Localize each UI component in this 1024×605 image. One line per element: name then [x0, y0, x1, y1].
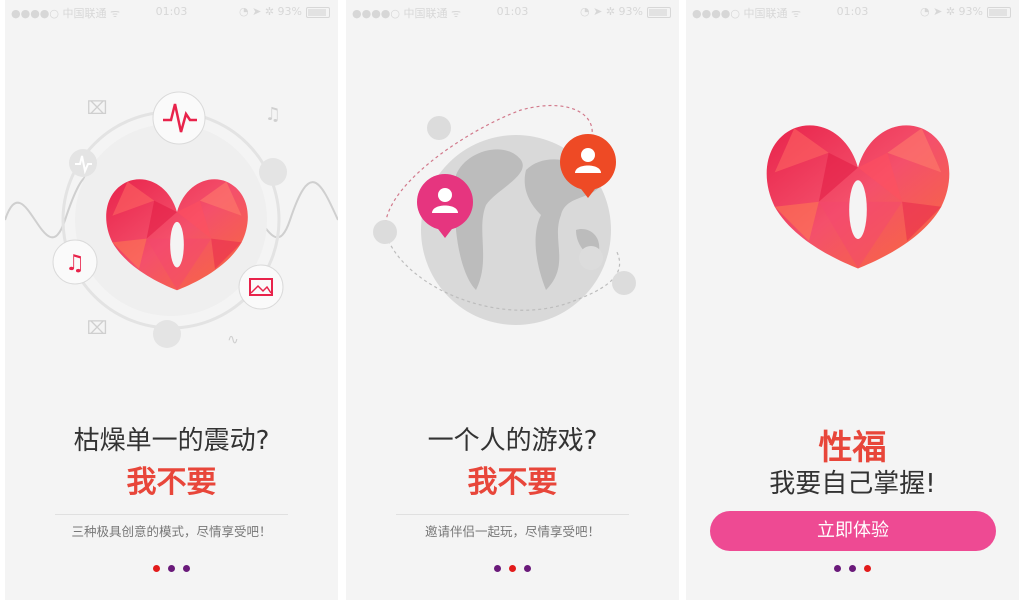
svg-text:⌧: ⌧ — [87, 98, 108, 119]
svg-text:♫: ♫ — [65, 251, 85, 276]
page-dot-1[interactable] — [834, 565, 841, 572]
headline: 枯燥单一的震动? — [73, 426, 270, 456]
music-note-icon: ♫ — [52, 239, 98, 285]
headline: 性福 — [818, 428, 887, 468]
svg-text:♫: ♫ — [265, 104, 281, 125]
page-indicator[interactable] — [346, 557, 679, 576]
subline: 我要自己掌握! — [769, 469, 936, 499]
partner-illustration — [373, 105, 636, 325]
svg-text:⌧: ⌧ — [87, 318, 108, 339]
divider — [396, 514, 629, 515]
headline: 一个人的游戏? — [427, 426, 598, 456]
page-dot-2[interactable] — [509, 565, 516, 572]
heartbeat-icon — [152, 91, 206, 145]
page-dot-3[interactable] — [183, 565, 190, 572]
subline: 我不要 — [467, 465, 558, 500]
modes-illustration: ♫ ⌧ ♫ ⌧ ∿ — [5, 91, 338, 348]
page-dot-2[interactable] — [849, 565, 856, 572]
page-dot-1[interactable] — [494, 565, 501, 572]
heart-logo-icon — [766, 125, 950, 269]
svg-text:∿: ∿ — [227, 332, 239, 348]
page-dot-1[interactable] — [153, 565, 160, 572]
page-indicator[interactable] — [686, 557, 1019, 576]
description: 三种极具创意的模式，尽情享受吧！ — [71, 524, 272, 539]
divider — [55, 514, 288, 515]
description: 邀请伴侣一起玩，尽情享受吧！ — [424, 524, 600, 539]
try-now-button[interactable]: 立即体验 — [710, 511, 996, 551]
onboarding-screen-1: ●●●●○ 中国联通 ᯤ 01:03 ◔ ➤ ✲ 93% ♫ ⌧ ♫ ⌧ ∿ 枯… — [5, 0, 338, 600]
page-indicator[interactable] — [5, 557, 338, 576]
heart-illustration — [766, 125, 950, 269]
onboarding-screen-3: ●●●●○ 中国联通 ᯤ 01:03 ◔ ➤ ✲ 93% 性福 我要自己掌握! … — [686, 0, 1019, 600]
page-dot-2[interactable] — [168, 565, 175, 572]
image-icon — [238, 264, 284, 310]
page-dot-3[interactable] — [864, 565, 871, 572]
subline: 我不要 — [126, 465, 217, 500]
pulse-icon — [69, 149, 97, 177]
onboarding-screen-2: ●●●●○ 中国联通 ᯤ 01:03 ◔ ➤ ✲ 93% 一个人的游戏? 我不要… — [346, 0, 679, 600]
page-dot-3[interactable] — [524, 565, 531, 572]
